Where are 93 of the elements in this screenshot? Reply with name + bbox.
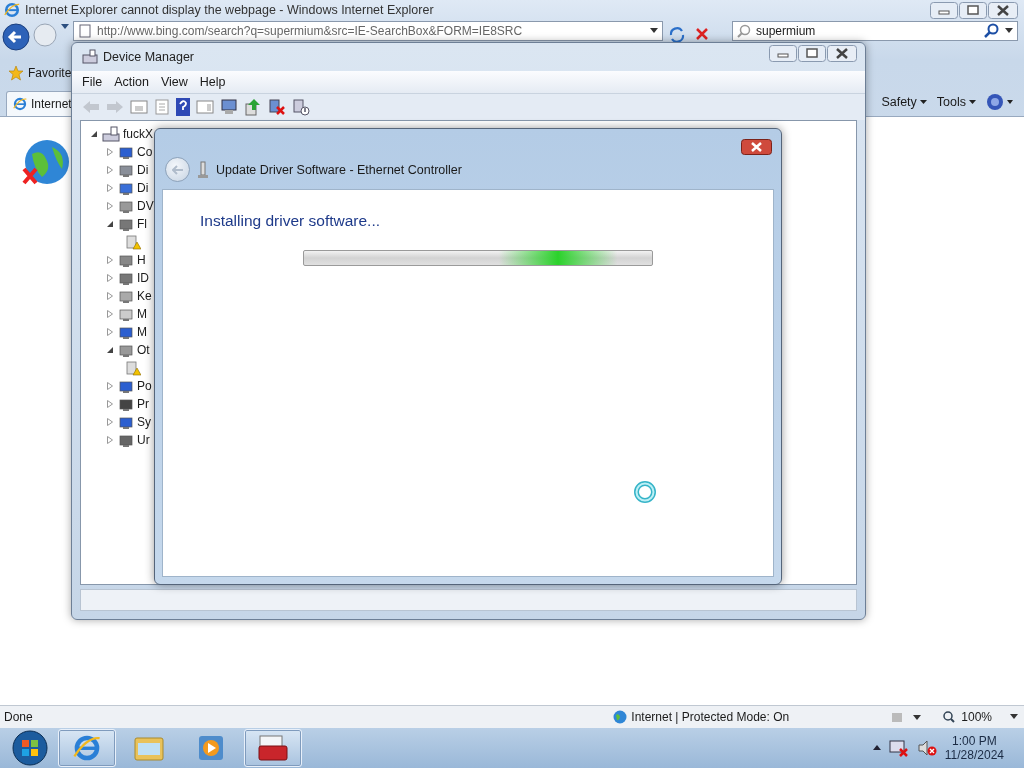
menu-item[interactable]: File (80, 75, 111, 89)
menu-item[interactable]: Action (112, 75, 157, 89)
caret-icon (1005, 28, 1013, 34)
panel-icon[interactable] (196, 99, 214, 115)
disable-device-icon[interactable] (292, 98, 310, 116)
globe-icon (613, 710, 628, 724)
menu-item[interactable]: Help (197, 75, 234, 89)
device-icon (118, 216, 134, 232)
device-icon (118, 288, 134, 304)
restore-icon[interactable] (959, 2, 987, 19)
device-icon (118, 432, 134, 448)
ie-logo-icon (73, 734, 101, 762)
back-icon[interactable] (2, 23, 30, 51)
search-icon (737, 24, 751, 38)
tree-item-label[interactable]: Fl (137, 217, 147, 231)
tree-item-label[interactable]: fuckX (123, 127, 153, 141)
back-button[interactable] (165, 157, 190, 182)
favorites-button[interactable]: Favorite (28, 66, 72, 80)
star-icon (8, 65, 24, 81)
ie-logo-icon (13, 97, 27, 111)
device-icon (118, 144, 134, 160)
device-icon (118, 396, 134, 412)
ie-logo-icon (4, 2, 20, 18)
device-icon (118, 378, 134, 394)
caret-icon[interactable] (60, 23, 70, 31)
start-orb-icon (12, 730, 48, 766)
command-menu-button[interactable]: Safety (881, 93, 927, 111)
tree-item-label[interactable]: Di (137, 181, 149, 195)
device-icon (118, 324, 134, 340)
caret-icon[interactable] (872, 745, 881, 751)
device-icon (118, 198, 134, 214)
close-icon[interactable] (988, 2, 1018, 19)
minimize-icon[interactable] (769, 45, 797, 62)
window-title: Device Manager (103, 50, 195, 64)
tree-item-label[interactable]: Di (137, 163, 149, 177)
properties-icon[interactable] (130, 99, 148, 115)
status-text: Done (4, 710, 34, 724)
page-icon (78, 24, 92, 38)
toolbox-icon (258, 734, 288, 762)
restore-icon[interactable] (798, 45, 826, 62)
caret-icon (969, 99, 976, 105)
device-icon (118, 270, 134, 286)
folder-icon (134, 735, 164, 761)
tree-item-label[interactable]: Ke (137, 289, 152, 303)
media-player-icon (198, 735, 224, 761)
tree-item-label[interactable]: Sy (137, 415, 151, 429)
clock[interactable]: 1:00 PM 11/28/2024 (944, 734, 1004, 762)
help-icon[interactable] (176, 98, 190, 116)
close-icon[interactable] (741, 139, 772, 155)
tree-item-label[interactable]: Ot (137, 343, 150, 357)
security-zone-text: Internet | Protected Mode: On (631, 710, 790, 724)
window-title: Internet Explorer cannot display the webpage - Windows Internet Explorer (25, 3, 435, 17)
zoom-icon (943, 711, 956, 723)
scan-hardware-icon[interactable] (220, 99, 238, 115)
tree-item-label[interactable]: Co (137, 145, 153, 159)
tree-item-label[interactable]: M (137, 325, 147, 339)
computer-icon (102, 126, 120, 142)
minimize-icon[interactable] (930, 2, 958, 19)
busy-cursor-icon (633, 480, 657, 504)
tree-item-label[interactable]: Po (137, 379, 152, 393)
taskbar-button[interactable] (244, 729, 302, 767)
back-arrow-icon (171, 164, 184, 175)
device-icon (118, 180, 134, 196)
network-adapter-icon (198, 160, 208, 179)
tree-item-label[interactable]: Ur (137, 433, 150, 447)
device-icon (118, 342, 134, 358)
device-icon (118, 414, 134, 430)
uninstall-icon[interactable] (268, 98, 286, 116)
tree-item-label[interactable]: ID (137, 271, 149, 285)
search-icon[interactable] (984, 23, 1000, 39)
dialog-title: Update Driver Software - Ethernet Controller (216, 162, 462, 177)
network-error-icon[interactable] (888, 739, 909, 757)
menu-item[interactable]: View (158, 75, 196, 89)
command-menu-button[interactable]: Tools (936, 93, 976, 111)
caret-icon (650, 28, 658, 34)
update-driver-icon[interactable] (244, 98, 262, 116)
tree-item-label[interactable]: DV (137, 199, 154, 213)
device-icon (118, 252, 134, 268)
taskbar-button[interactable] (58, 729, 116, 767)
search-field[interactable]: supermium (732, 21, 1018, 41)
device-icon (118, 162, 134, 178)
caret-icon (919, 99, 927, 105)
tree-item-label[interactable]: H (137, 253, 146, 267)
zoom-level[interactable]: 100% (961, 710, 992, 724)
volume-muted-icon[interactable] (916, 739, 937, 757)
close-icon[interactable] (827, 45, 857, 62)
dialog-heading: Installing driver software... (200, 212, 382, 230)
help-icon[interactable] (986, 93, 1014, 111)
tree-item-label[interactable]: Pr (137, 397, 149, 411)
device-manager-icon (82, 49, 98, 65)
address-field[interactable]: http://www.bing.com/search?q=supermium&src=IE-SearchBox&FORM=IE8SRC (73, 21, 663, 41)
device-icon (118, 306, 134, 322)
tree-item-label[interactable]: M (137, 307, 147, 321)
